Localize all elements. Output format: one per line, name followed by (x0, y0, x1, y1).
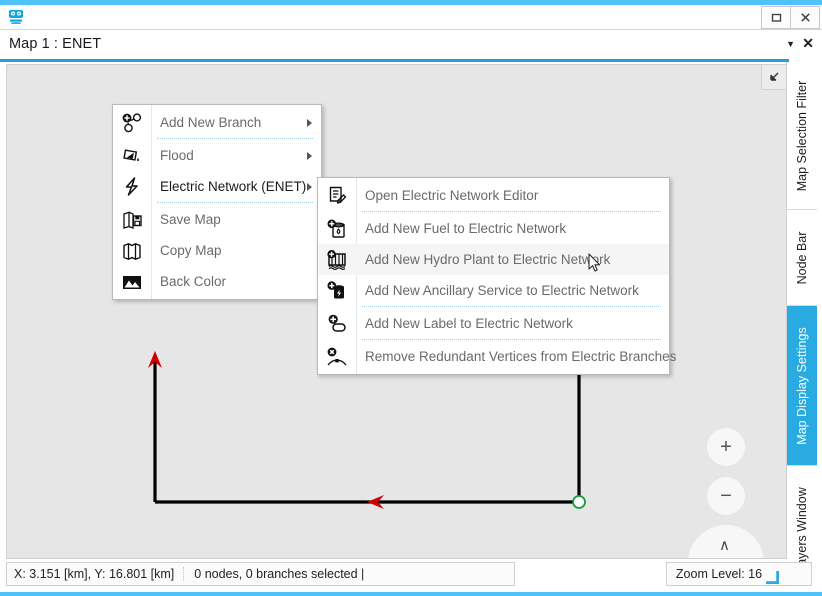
status-bar: X: 3.151 [km], Y: 16.801 [km] 0 nodes, 0… (6, 560, 816, 590)
tab-close-icon[interactable]: ✕ (802, 35, 814, 52)
menu-item-label: Add New Ancillary Service to Electric Ne… (365, 283, 639, 298)
add-hydro-plant-icon (318, 249, 356, 271)
save-map-icon (113, 209, 151, 231)
menu-item-copy-map[interactable]: Copy Map (113, 235, 321, 266)
menu-item-label: Copy Map (160, 243, 222, 258)
back-color-icon (113, 271, 151, 293)
close-button[interactable] (790, 6, 820, 29)
menu-item-label: Back Color (160, 274, 227, 289)
electric-network-submenu[interactable]: Open Electric Network Editor Add New Fuel… (317, 177, 676, 375)
menu-item-flood[interactable]: Flood (113, 140, 321, 171)
menu-item-label: Add New Fuel to Electric Network (365, 221, 567, 236)
menu-item-open-electric-network-editor[interactable]: Open Electric Network Editor (318, 180, 669, 211)
status-zoom-cell-wrap: Zoom Level: 16 (666, 562, 812, 586)
map-context-menu[interactable]: Add New Branch Flood Electric Network (ENE… (112, 104, 322, 300)
side-tab-label: Node Bar (795, 231, 809, 284)
menu-item-add-new-fuel-to-electric-network[interactable]: Add New Fuel to Electric Network (318, 213, 669, 244)
chevron-down-icon[interactable]: ▼ (786, 39, 795, 49)
resize-grip-icon[interactable] (765, 570, 779, 584)
menu-item-label: Flood (160, 148, 194, 163)
side-tab-node-bar[interactable]: Node Bar (787, 210, 817, 306)
network-editor-icon (318, 185, 356, 207)
zoom-out-icon: − (720, 485, 732, 507)
add-ancillary-service-icon (318, 280, 356, 302)
menu-item-label: Electric Network (ENET) (160, 179, 307, 194)
lightning-bolt-icon (113, 176, 151, 198)
menu-item-label: Open Electric Network Editor (365, 188, 539, 203)
network-node[interactable] (572, 495, 586, 509)
zoom-in-icon: + (720, 436, 732, 458)
menu-item-add-new-hydro-plant-to-electric-network[interactable]: Add New Hydro Plant to Electric Network (318, 244, 669, 275)
side-tab-map-selection-filter[interactable]: Map Selection Filter (787, 62, 817, 210)
collapse-arrow-icon (770, 72, 779, 81)
menu-item-label: Add New Hydro Plant to Electric Network (365, 252, 611, 267)
status-selection: 0 nodes, 0 branches selected | (194, 567, 365, 581)
collapse-panel-button[interactable] (761, 65, 786, 90)
menu-item-add-new-branch[interactable]: Add New Branch (113, 107, 321, 138)
menu-item-label: Add New Label to Electric Network (365, 316, 573, 331)
menu-item-add-new-ancillary-service-to-electric-network[interactable]: Add New Ancillary Service to Electric Ne… (318, 275, 669, 306)
map-zoom-out-button[interactable]: − (707, 477, 745, 515)
window-bottom-accent-bar (0, 592, 822, 596)
menu-item-add-new-label-to-electric-network[interactable]: Add New Label to Electric Network (318, 308, 669, 339)
side-tab-label: Map Display Settings (795, 326, 809, 445)
menu-item-back-color[interactable]: Back Color (113, 266, 321, 297)
remove-vertices-icon (318, 346, 356, 368)
add-fuel-icon (318, 218, 356, 240)
status-divider (183, 567, 185, 581)
status-coordinates-cell: X: 3.151 [km], Y: 16.801 [km] 0 nodes, 0… (6, 562, 515, 586)
application-window: Map 1 : ENET ▼ ✕ + − ∧ ∨ ‹ › (0, 0, 822, 596)
submenu-arrow-icon (307, 151, 312, 160)
document-tab-strip: Map 1 : ENET ▼ ✕ (0, 29, 822, 61)
menu-item-label: Add New Branch (160, 115, 262, 130)
menu-item-remove-redundant-vertices-from-electric-branches[interactable]: Remove Redundant Vertices from Electric … (318, 341, 676, 372)
maximize-button[interactable] (761, 6, 791, 29)
menu-item-electric-network-enet[interactable]: Electric Network (ENET) (113, 171, 321, 202)
status-zoom-level: Zoom Level: 16 (675, 567, 763, 581)
tab-map-1-enet[interactable]: Map 1 : ENET (9, 36, 101, 52)
window-controls (761, 6, 820, 29)
tab-active-underline (0, 59, 789, 62)
pan-up-icon[interactable]: ∧ (719, 538, 730, 553)
submenu-arrow-icon (307, 118, 312, 127)
side-tab-label: Map Selection Filter (795, 80, 809, 191)
map-zoom-in-button[interactable]: + (707, 428, 745, 466)
status-coordinates: X: 3.151 [km], Y: 16.801 [km] (14, 567, 175, 581)
flood-fill-icon (113, 145, 151, 167)
side-tab-map-display-settings[interactable]: Map Display Settings (787, 306, 817, 466)
application-title-strip (0, 5, 822, 29)
submenu-arrow-icon (307, 182, 312, 191)
copy-map-icon (113, 240, 151, 262)
menu-item-label: Remove Redundant Vertices from Electric … (365, 349, 677, 364)
menu-item-save-map[interactable]: Save Map (113, 204, 321, 235)
pan-right-icon[interactable]: › (741, 556, 746, 558)
add-branch-icon (113, 112, 151, 134)
pan-left-icon[interactable]: ‹ (700, 556, 705, 558)
right-panel-tabs: Map Selection Filter Node Bar Map Display … (786, 62, 817, 594)
enet-app-logo-icon (6, 7, 26, 27)
add-label-icon (318, 313, 356, 335)
menu-item-label: Save Map (160, 212, 221, 227)
